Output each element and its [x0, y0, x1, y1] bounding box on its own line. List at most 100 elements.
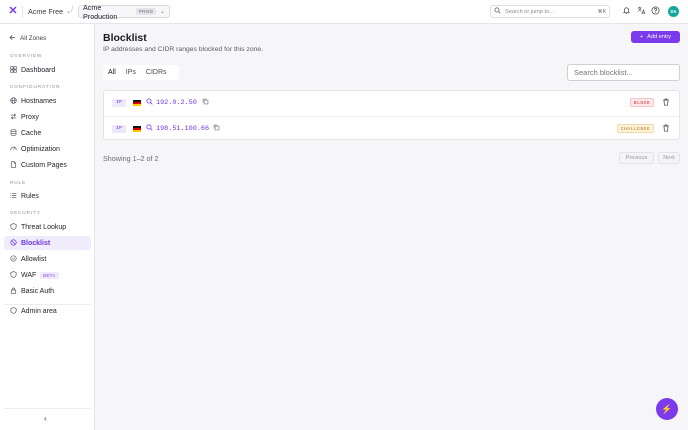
- sidebar-item-label: Optimization: [21, 145, 60, 153]
- ip-value[interactable]: 192.0.2.50: [156, 99, 197, 107]
- sidebar-divider: [4, 408, 91, 409]
- lookup-icon[interactable]: [146, 98, 153, 107]
- section-label-rule: RULE: [10, 181, 26, 186]
- germany-flag-icon: [133, 100, 141, 106]
- shield-icon: [9, 271, 17, 279]
- global-search[interactable]: Search or jump to... ⌘K: [490, 5, 610, 18]
- search-placeholder: Search or jump to...: [505, 8, 554, 15]
- lock-icon: [9, 287, 17, 295]
- trash-icon[interactable]: [662, 124, 670, 134]
- sidebar-item-label: Hostnames: [21, 97, 57, 105]
- assistant-fab[interactable]: ⚡: [656, 398, 678, 420]
- avatar[interactable]: DA: [668, 6, 679, 17]
- ip-value[interactable]: 198.51.100.66: [156, 125, 209, 133]
- sidebar-item-label: Blocklist: [21, 239, 51, 247]
- tab-all[interactable]: All: [103, 65, 121, 80]
- section-label-overview: OVERVIEW: [10, 54, 43, 59]
- breadcrumb-separator: /: [71, 5, 74, 14]
- sidebar-item-label: Proxy: [21, 113, 39, 121]
- top-bar: ✕ Acme Free ⌄ / Acme Production PROD ⌄ S…: [0, 0, 688, 24]
- sidebar-item-optimization[interactable]: Optimization: [4, 142, 91, 156]
- sidebar-item-label: Rules: [21, 192, 39, 200]
- table-row: IP 192.0.2.50 BLOCK: [104, 91, 679, 116]
- sidebar-item-proxy[interactable]: Proxy: [4, 110, 91, 124]
- sidebar-item-label: Dashboard: [21, 66, 56, 74]
- zone-switcher[interactable]: Acme Production PROD ⌄: [78, 2, 170, 21]
- blocklist-table: IP 192.0.2.50 BLOCK IP 198.51.100.66 CHA…: [103, 90, 680, 140]
- next-button[interactable]: Next: [658, 152, 680, 164]
- logo-icon[interactable]: ✕: [7, 5, 19, 18]
- grid-icon: [9, 66, 17, 74]
- add-entry-button[interactable]: + Add entry: [631, 31, 680, 43]
- pagination-summary: Showing 1–2 of 2: [103, 154, 159, 163]
- sidebar-item-label: Threat Lookup: [21, 223, 67, 231]
- sidebar-item-label: Basic Auth: [21, 287, 55, 295]
- search-icon: [494, 7, 501, 16]
- previous-button[interactable]: Previous: [619, 152, 654, 164]
- list-icon: [9, 192, 17, 200]
- lightning-icon: ⚡: [661, 404, 673, 414]
- sidebar-item-custom-pages[interactable]: Custom Pages: [4, 158, 91, 172]
- zone-name: Acme Production: [83, 2, 118, 21]
- bell-icon[interactable]: [621, 6, 631, 16]
- sidebar-item-rules[interactable]: Rules: [4, 189, 91, 203]
- sidebar-item-hostnames[interactable]: Hostnames: [4, 94, 91, 108]
- shield-search-icon: [9, 223, 17, 231]
- plus-icon: +: [639, 34, 644, 40]
- tab-ips[interactable]: IPs: [121, 65, 141, 80]
- section-label-security: SECURITY: [10, 211, 41, 216]
- beta-badge: BETA: [40, 271, 59, 279]
- sidebar-item-waf[interactable]: WAF BETA: [4, 268, 91, 282]
- shortcut-hint: ⌘K: [597, 8, 606, 15]
- sidebar-item-admin-area[interactable]: Admin area: [4, 304, 91, 318]
- sidebar-item-dashboard[interactable]: Dashboard: [4, 63, 91, 77]
- sidebar-item-label: Custom Pages: [21, 161, 67, 169]
- gauge-icon: [9, 145, 17, 153]
- sidebar-item-label: Allowlist: [21, 255, 47, 263]
- sidebar-item-label: Admin area: [21, 307, 57, 315]
- action-badge: CHALLENGE: [617, 124, 654, 133]
- sidebar-item-cache[interactable]: Cache: [4, 126, 91, 140]
- file-icon: [9, 161, 17, 169]
- collapse-sidebar-icon[interactable]: ‹: [44, 414, 47, 423]
- sidebar-item-blocklist[interactable]: Blocklist: [4, 236, 91, 250]
- trash-icon[interactable]: [662, 98, 670, 108]
- copy-icon[interactable]: [202, 98, 209, 107]
- sidebar-item-allowlist[interactable]: Allowlist: [4, 252, 91, 266]
- back-label: All Zones: [20, 35, 47, 42]
- filter-tabs: All IPs CIDRs: [103, 65, 179, 80]
- sidebar-item-basic-auth[interactable]: Basic Auth: [4, 284, 91, 298]
- sidebar: All Zones OVERVIEW Dashboard CONFIGURATI…: [0, 24, 95, 430]
- type-badge: IP: [112, 125, 126, 133]
- arrows-icon: [9, 113, 17, 121]
- database-icon: [9, 129, 17, 137]
- chevron-down-icon: ⌄: [159, 9, 165, 15]
- lookup-icon[interactable]: [146, 124, 153, 133]
- account-switcher[interactable]: Acme Free ⌄: [28, 6, 71, 17]
- help-icon[interactable]: [650, 6, 660, 16]
- sidebar-item-threat-lookup[interactable]: Threat Lookup: [4, 220, 91, 234]
- page-subtitle: IP addresses and CIDR ranges blocked for…: [103, 46, 264, 53]
- type-badge: IP: [112, 99, 126, 107]
- sidebar-item-label: Cache: [21, 129, 42, 137]
- account-name: Acme Free: [28, 7, 64, 16]
- section-label-configuration: CONFIGURATION: [10, 85, 61, 90]
- env-badge: PROD: [135, 8, 156, 15]
- blocklist-search-input[interactable]: [567, 64, 680, 81]
- ban-icon: [9, 239, 17, 247]
- action-badge: BLOCK: [630, 98, 654, 107]
- back-to-zones-link[interactable]: All Zones: [9, 34, 46, 43]
- germany-flag-icon: [133, 126, 141, 132]
- arrow-left-icon: [9, 34, 16, 43]
- copy-icon[interactable]: [213, 124, 220, 133]
- page-title: Blocklist: [103, 32, 147, 44]
- sidebar-item-label: WAF: [21, 271, 37, 279]
- divider: [22, 6, 23, 17]
- check-circle-icon: [9, 255, 17, 263]
- add-entry-label: Add entry: [647, 34, 672, 40]
- tab-cidrs[interactable]: CIDRs: [141, 65, 172, 80]
- globe-icon: [9, 97, 17, 105]
- table-row: IP 198.51.100.66 CHALLENGE: [104, 116, 679, 141]
- shield-icon: [9, 307, 17, 315]
- translate-icon[interactable]: [636, 6, 646, 16]
